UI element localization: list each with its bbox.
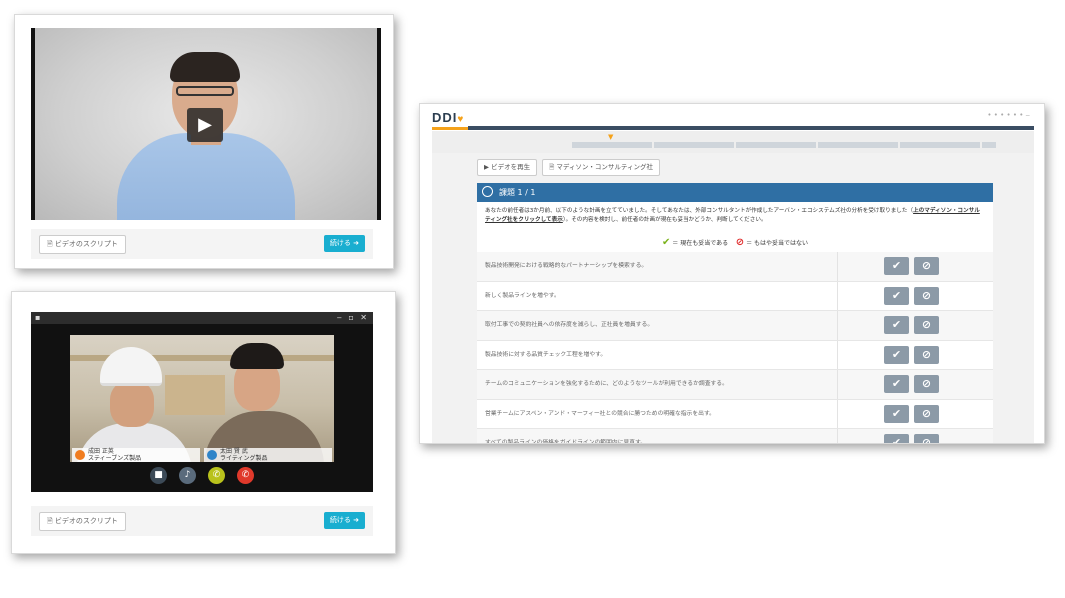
call-controls: ■ ♪ ✆ ✆: [31, 467, 373, 487]
plan-item-row: 取付工事での契約社員への依存度を減らし、正社員を増員する。 ✔ ⊘: [477, 311, 993, 341]
presenter-video[interactable]: ▶: [31, 28, 381, 220]
play-icon[interactable]: ▶: [187, 108, 223, 142]
camera-icon[interactable]: ■: [150, 467, 167, 484]
video-card-presenter: ▶ 🗎 ビデオのスクリプト 続ける ➜: [14, 14, 394, 269]
row-divider: [837, 281, 838, 310]
phone-icon[interactable]: ✆: [208, 467, 225, 484]
video-script-button[interactable]: 🗎 ビデオのスクリプト: [39, 512, 126, 531]
participant1-avatar-icon: [75, 450, 85, 460]
plan-items-list: 製品技術開発における戦略的なパートナーシップを模索する。 ✔ ⊘ 新しく製品ライ…: [477, 252, 993, 444]
answer-legend: ✔ ＝ 現在も妥当である ⊘ ＝ もはや妥当ではない: [661, 237, 809, 248]
ddi-logo: DDI♥: [432, 110, 465, 125]
plan-item-text: 製品技術開発における戦略的なパートナーシップを模索する。: [485, 263, 648, 269]
hard-hat: [100, 347, 162, 386]
participant2-avatar-icon: [207, 450, 217, 460]
reject-button[interactable]: ⊘: [914, 345, 939, 364]
consulting-doc-button[interactable]: 🗎 マディソン・コンサルティング社: [542, 159, 661, 176]
participant-tag-1: 成田 正英 スティーブンズ製品: [72, 448, 200, 462]
progress-marker-icon: ▼: [608, 133, 614, 141]
progress-segment: [982, 142, 996, 148]
video-call-window: ▪ ‒ ▫ ✕ 成田 正英 スティーブンズ製品 太田 賢 武 ライティング製品: [31, 312, 373, 492]
plan-item-row: 新しく製品ラインを増やす。 ✔ ⊘: [477, 281, 993, 311]
participant-tag-2: 太田 賢 武 ライティング製品: [204, 448, 332, 462]
document-icon: 🗎: [47, 240, 55, 248]
presenter-shirt: [117, 133, 295, 220]
window-controls[interactable]: ‒ ▫ ✕: [337, 312, 369, 324]
progress-segment: [654, 142, 734, 148]
row-divider: [837, 252, 838, 281]
progress-segment: [572, 142, 652, 148]
call-video-scene: 成田 正英 スティーブンズ製品 太田 賢 武 ライティング製品: [70, 335, 334, 462]
approve-button[interactable]: ✔: [884, 375, 909, 393]
participant1-face: [110, 381, 154, 427]
background-crates: [165, 375, 225, 415]
row-divider: [837, 399, 838, 428]
document-icon: 🗎: [47, 517, 55, 525]
presenter-glasses: [176, 86, 234, 96]
plan-item-text: 新しく製品ラインを増やす。: [485, 292, 560, 299]
row-divider: [837, 311, 838, 340]
reject-button[interactable]: ⊘: [914, 316, 939, 334]
row-divider: [837, 340, 838, 369]
header-bar: [468, 126, 1034, 130]
card-footer: 🗎 ビデオのスクリプト 続ける ➜: [31, 229, 373, 259]
reject-button[interactable]: ⊘: [914, 257, 939, 275]
approve-button[interactable]: ✔: [884, 316, 909, 334]
clock-icon: [482, 186, 493, 197]
progress-segment: [900, 142, 980, 148]
play-video-button[interactable]: ▶ ビデオを再生: [477, 159, 538, 176]
task-screen-card: DDI♥ • • • • • • ‒ ▼ ▶ ビデオを再生 🗎 マディソン・コン…: [419, 103, 1045, 444]
checkmark-icon: ✔: [661, 237, 671, 248]
plan-item-text: チームのコミュニケーションを強化するために、どのようなツールが利用できるか調査す…: [485, 381, 728, 387]
continue-button[interactable]: 続ける ➜: [323, 235, 365, 252]
reject-button[interactable]: ⊘: [914, 434, 939, 443]
participant2-hair: [230, 343, 284, 369]
progress-segment: [736, 142, 816, 148]
task-content: ▶ ビデオを再生 🗎 マディソン・コンサルティング社 課題 1 / 1 あなたの…: [432, 153, 1034, 443]
approve-button[interactable]: ✔: [884, 434, 909, 443]
approve-button[interactable]: ✔: [884, 404, 909, 423]
video-card-call: ▪ ‒ ▫ ✕ 成田 正英 スティーブンズ製品 太田 賢 武 ライティング製品: [11, 291, 396, 554]
approve-button[interactable]: ✔: [884, 345, 909, 364]
row-divider: [837, 370, 838, 399]
mic-icon[interactable]: ♪: [179, 467, 196, 484]
header-accent-bar: [432, 127, 468, 130]
card-footer: 🗎 ビデオのスクリプト 続ける ➜: [31, 506, 373, 536]
approve-button[interactable]: ✔: [884, 257, 909, 275]
plan-item-row: 製品技術開発における戦略的なパートナーシップを模索する。 ✔ ⊘: [477, 252, 993, 282]
progress-segment: [818, 142, 898, 148]
plan-item-text: 営業チームにアスペン・アンド・マーフィー社との競合に勝つための明確な指示を出す。: [485, 410, 715, 417]
presenter-hair: [170, 52, 240, 82]
plan-item-text: すべての製品ラインの価格をガイドラインの範囲内に見直す。: [485, 440, 647, 444]
header-menu-icon[interactable]: • • • • • • ‒: [987, 111, 1030, 119]
logo-heart-icon: ♥: [457, 114, 465, 125]
plan-item-row: 製品技術に対する品質チェック工程を増やす。 ✔ ⊘: [477, 340, 993, 370]
reject-button[interactable]: ⊘: [914, 286, 939, 305]
task-header: 課題 1 / 1: [477, 183, 993, 202]
call-title-bar: ▪ ‒ ▫ ✕: [31, 312, 373, 324]
row-divider: [837, 429, 838, 443]
plan-item-row: 営業チームにアスペン・アンド・マーフィー社との競合に勝つための明確な指示を出す。…: [477, 399, 993, 429]
continue-button[interactable]: 続ける ➜: [323, 512, 365, 529]
plan-item-text: 製品技術に対する品質チェック工程を増やす。: [485, 351, 607, 358]
reject-button[interactable]: ⊘: [914, 375, 939, 393]
resource-buttons: ▶ ビデオを再生 🗎 マディソン・コンサルティング社: [477, 159, 665, 176]
plan-item-row: すべての製品ラインの価格をガイドラインの範囲内に見直す。 ✔ ⊘: [477, 429, 993, 444]
video-script-button[interactable]: 🗎 ビデオのスクリプト: [39, 235, 126, 254]
prohibited-icon: ⊘: [735, 237, 745, 248]
reject-button[interactable]: ⊘: [914, 404, 939, 423]
progress-track: ▼: [432, 131, 1034, 153]
approve-button[interactable]: ✔: [884, 286, 909, 305]
plan-item-row: チームのコミュニケーションを強化するために、どのようなツールが利用できるか調査す…: [477, 370, 993, 400]
chat-icon[interactable]: ▪: [35, 312, 40, 324]
plan-item-text: 取付工事での契約社員への依存度を減らし、正社員を増員する。: [485, 322, 654, 328]
hangup-icon[interactable]: ✆: [237, 467, 254, 484]
